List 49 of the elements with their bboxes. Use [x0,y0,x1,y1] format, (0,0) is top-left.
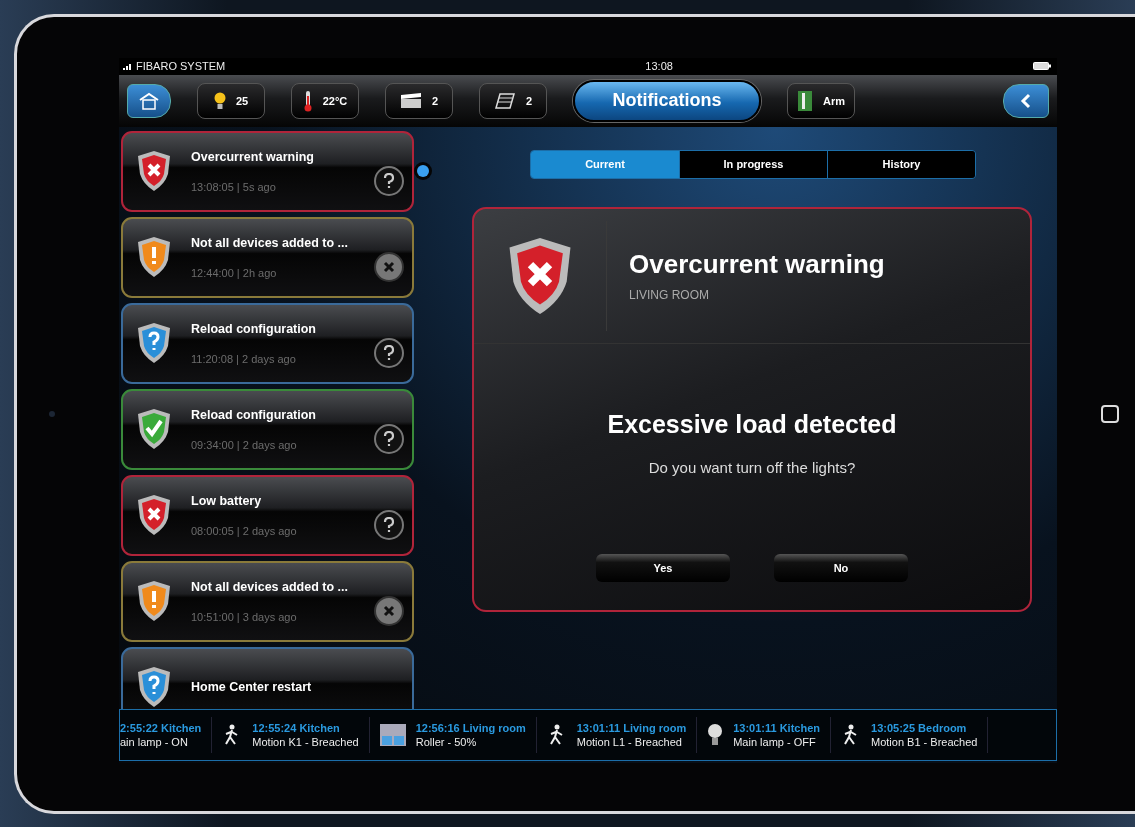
toolbar-tab[interactable]: 25 [197,82,265,119]
event-time: 12:56:16 Living room [415,721,526,734]
filter-tab[interactable]: History [827,150,975,178]
notification-card[interactable]: Not all devices added to ... 10:51:00 | 3 days ago [121,560,414,642]
toolbar-tab[interactable]: 22°C [291,82,359,119]
toolbar-tab[interactable]: 2 [479,82,547,119]
event-state: Main lamp - OFF [733,735,817,748]
event-time: 13:05:25 Bedroom [871,721,968,734]
notification-title: Not all devices added to ... [191,235,349,250]
notification-title: Home Center restart [191,680,313,694]
notification-card[interactable]: Home Center restart [121,646,414,709]
event-state: Motion B1 - Breached [871,735,978,748]
dialog-button[interactable]: Yes [596,553,730,582]
notification-card[interactable]: Reload configuration 09:34:00 | 2 days ago [121,388,414,470]
event-time: 12:55:24 Kitchen [252,721,341,734]
toolbar-tab[interactable]: Arm [787,82,855,119]
event-time: 13:01:11 Kitchen [733,721,820,734]
notification-card[interactable]: Low battery 08:00:05 | 2 days ago [121,474,414,556]
notification-time: 08:00:05 | 2 days ago [191,524,298,537]
dialog-title: Overcurrent warning [629,249,885,280]
notification-title: Not all devices added to ... [191,579,349,594]
toolbar-tab[interactable]: 2 [385,82,453,119]
filter-tab[interactable]: Current [531,150,679,178]
dialog-message: Excessive load detected [607,409,897,439]
event-state: ain lamp - ON [120,735,189,748]
notification-time: 11:20:08 | 2 days ago [191,352,297,365]
notification-time: 13:08:05 | 5s ago [191,180,277,193]
notification-time: 10:51:00 | 3 days ago [191,610,298,623]
filter-tab[interactable]: In progress [679,150,827,178]
notification-title: Reload configuration [191,407,317,422]
status-time: 13:08 [645,60,673,72]
event-time: 13:01:11 Living room [576,721,687,734]
notification-card[interactable]: Overcurrent warning 13:08:05 | 5s ago [121,130,414,212]
carrier-label: FIBARO SYSTEM [136,60,226,72]
notification-card[interactable]: Reload configuration 11:20:08 | 2 days ago [121,302,414,384]
notification-title: Reload configuration [191,321,317,336]
notification-card[interactable]: Not all devices added to ... 12:44:00 | 2h ago [121,216,414,298]
event-state: Motion K1 - Breached [252,735,359,748]
notification-title: Low battery [191,493,263,508]
notification-time: 09:34:00 | 2 days ago [191,438,298,451]
event-time: 2:55:22 Kitchen [120,721,202,734]
event-state: Motion L1 - Breached [576,735,683,748]
notification-time: 12:44:00 | 2h ago [191,266,278,279]
dialog-question: Do you want turn off the lights? [648,458,856,476]
dialog-button[interactable]: No [774,553,908,582]
toolbar-tab[interactable]: Notifications [573,79,761,122]
notification-title: Overcurrent warning [191,149,315,164]
event-state: Roller - 50% [415,735,478,748]
room-label: LIVING ROOM [629,288,710,302]
